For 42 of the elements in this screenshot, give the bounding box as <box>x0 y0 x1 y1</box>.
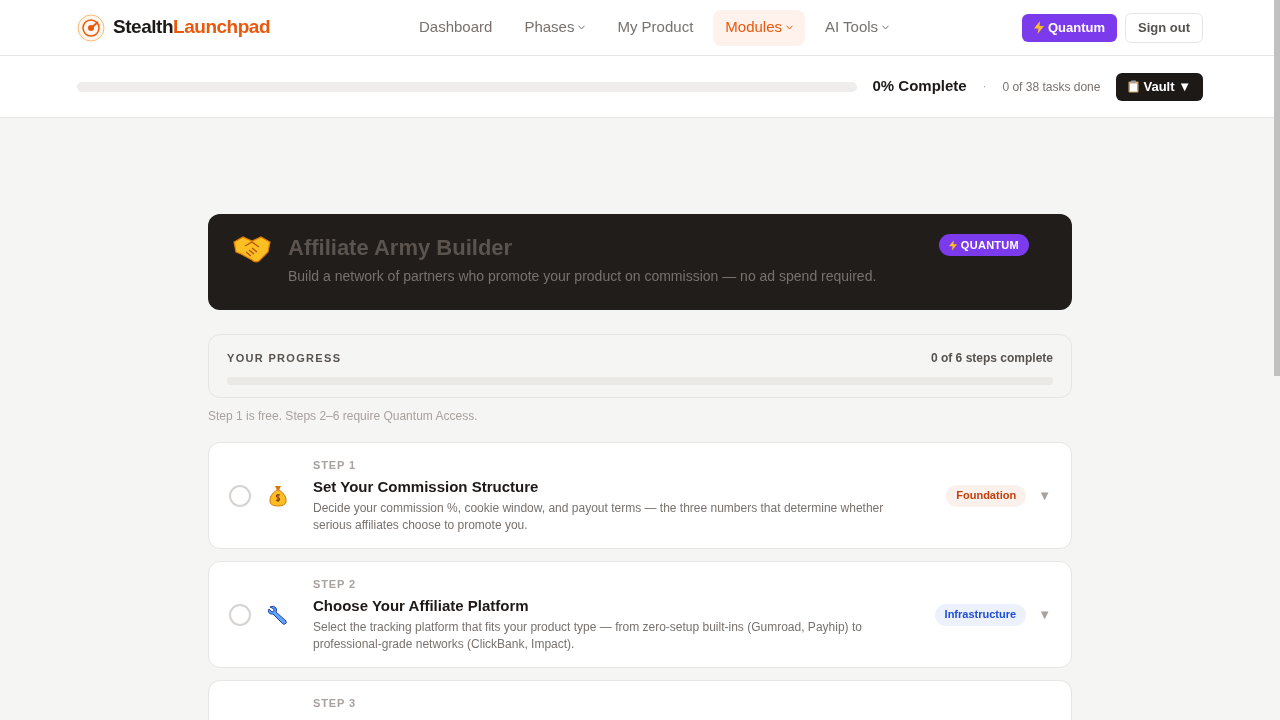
progress-heading: YOUR PROGRESS <box>227 350 342 366</box>
quantum-badge: QUANTUM <box>938 234 1029 256</box>
sign-out-button[interactable]: Sign out <box>1125 12 1203 43</box>
step-card[interactable]: STEP 3 <box>208 680 1072 720</box>
nav-tab[interactable]: AI Tools <box>813 9 902 46</box>
access-note: Step 1 is free. Steps 2–6 require Quantum Access. <box>208 408 479 425</box>
scrollbar[interactable] <box>1274 0 1280 376</box>
tasks-done-text: 0 of 38 tasks done <box>1002 78 1101 96</box>
target-logo-icon <box>77 13 105 42</box>
category-tag: Infrastructure <box>934 603 1027 626</box>
step-title: Set Your Commission Structure <box>313 476 540 497</box>
bolt-icon <box>948 239 957 251</box>
handshake-icon <box>233 234 271 264</box>
nav-tab[interactable]: Modules <box>713 9 805 46</box>
wrench-icon <box>267 603 289 626</box>
step-label: STEP 3 <box>313 696 357 711</box>
bolt-icon <box>1033 21 1044 34</box>
clipboard-icon <box>1128 80 1140 93</box>
module-subtitle: Build a network of partners who promote your product on commission — no ad spend required. <box>288 267 877 286</box>
brand-logo-text[interactable]: StealthLaunchpad <box>113 13 271 42</box>
expand-caret[interactable]: ▼ <box>1038 604 1051 625</box>
module-title: Affiliate Army Builder <box>288 234 514 262</box>
steps-complete-text: 0 of 6 steps complete <box>930 350 1053 367</box>
step-checkbox[interactable] <box>229 603 251 626</box>
nav-tab[interactable]: My Product <box>605 9 706 46</box>
expand-caret[interactable]: ▼ <box>1038 485 1051 506</box>
step-title: Choose Your Affiliate Platform <box>313 595 530 616</box>
step-label: STEP 2 <box>313 577 357 592</box>
percent-complete-text: 0% Complete <box>872 76 967 97</box>
step-checkbox[interactable] <box>229 484 251 507</box>
step-description: Decide your commission %, cookie window, and payout terms — the three numbers that determine whether serious affiliates choose to promote you. <box>313 500 885 534</box>
money-bag-icon <box>268 484 288 507</box>
nav-tab[interactable]: Dashboard <box>407 9 505 46</box>
category-tag: Foundation <box>946 484 1027 507</box>
step-card[interactable]: STEP 1 Set Your Commission Structure Decide your commission %, cookie window, and payout terms — the three numbers that determine whether serious affiliates choose to promote you. Foundation ▼ <box>208 442 1072 549</box>
nav-tab[interactable]: Phases <box>512 9 598 46</box>
step-label: STEP 1 <box>313 458 357 473</box>
step-card[interactable] <box>208 561 1072 668</box>
quantum-button[interactable]: Quantum <box>1021 13 1117 42</box>
separator-dot: · <box>982 79 987 95</box>
vault-button[interactable]: Vault ▼ <box>1116 72 1203 101</box>
step-description: Select the tracking platform that fits your product type — from zero-setup built-ins (Gumroad, Payhip) to professional-grade networks (ClickBank, Impact). <box>313 619 863 653</box>
